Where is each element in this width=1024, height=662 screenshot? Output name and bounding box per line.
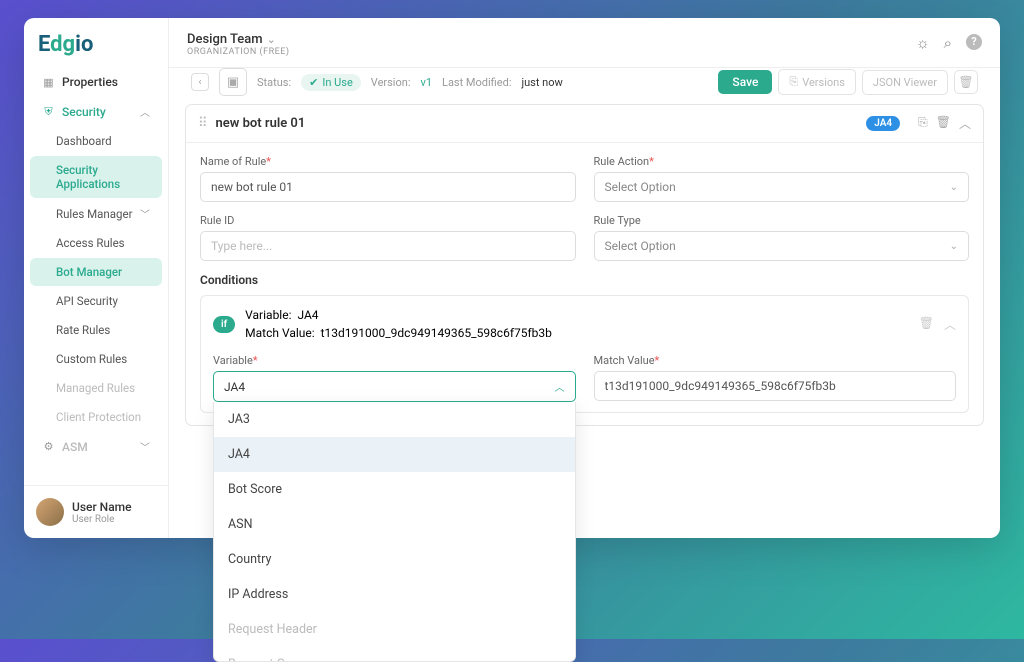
- topbar: Design Team ⌄ ORGANIZATION (FREE) ☼ ⌕ ?: [169, 18, 1000, 68]
- variable-select[interactable]: JA4︿: [213, 371, 576, 402]
- trash-icon[interactable]: 🗑: [919, 316, 934, 333]
- avatar: [36, 498, 64, 526]
- sidebar-item-access-rules[interactable]: Access Rules: [30, 229, 162, 257]
- dropdown-option-ja3[interactable]: JA3: [214, 402, 575, 437]
- chevron-up-icon[interactable]: ︿: [959, 115, 971, 132]
- id-label: Rule ID: [200, 214, 576, 227]
- sidebar-item-rules-manager[interactable]: Rules Manager﹀: [30, 199, 162, 228]
- user-role: User Role: [72, 514, 132, 525]
- user-name: User Name: [72, 500, 132, 514]
- action-label: Rule Action*: [594, 155, 970, 168]
- sidebar-item-security[interactable]: ⛨ Security ︿: [30, 97, 162, 126]
- label: Properties: [62, 75, 118, 89]
- variable-label: Variable*: [213, 354, 576, 367]
- grid-icon: ▦: [42, 76, 55, 89]
- sun-icon[interactable]: ☼: [916, 34, 930, 52]
- conditions-title: Conditions: [200, 273, 969, 287]
- chevron-down-icon: ﹀: [140, 439, 150, 454]
- chevron-down-icon: ﹀: [140, 206, 150, 221]
- gear-icon: ⚙: [42, 440, 55, 453]
- json-viewer-button[interactable]: JSON Viewer: [862, 70, 948, 95]
- panel-title: new bot rule 01: [216, 116, 306, 131]
- condition-box: if Variable: JA4 Match Value: t13d191000…: [200, 295, 969, 413]
- delete-icon[interactable]: 🗑: [954, 70, 978, 94]
- modified-label: Last Modified:: [442, 76, 511, 89]
- versions-button[interactable]: ⎘ Versions: [778, 69, 856, 95]
- back-button[interactable]: ‹: [191, 73, 209, 91]
- if-badge: if: [213, 316, 235, 333]
- match-value-label: Match Value*: [594, 354, 957, 367]
- version-value[interactable]: v1: [421, 76, 433, 89]
- save-button[interactable]: Save: [718, 70, 772, 94]
- chevron-up-icon[interactable]: ︿: [944, 316, 956, 333]
- help-icon[interactable]: ?: [966, 34, 982, 50]
- user-box[interactable]: User Name User Role: [24, 485, 168, 538]
- sidebar-item-dashboard[interactable]: Dashboard: [30, 127, 162, 155]
- sidebar-item-asm[interactable]: ⚙ ASM ﹀: [30, 432, 162, 461]
- label: ASM: [62, 440, 88, 454]
- copy-icon[interactable]: ⎘: [918, 115, 928, 132]
- trash-icon[interactable]: 🗑: [936, 115, 951, 132]
- shield-icon: ⛨: [42, 105, 55, 118]
- ja4-badge: JA4: [866, 116, 900, 131]
- status-badge: ✔ In Use: [301, 74, 361, 91]
- rule-panel: ⠿ new bot rule 01 JA4 ⎘ 🗑 ︿ Name of Rule…: [185, 104, 984, 426]
- type-label: Rule Type: [594, 214, 970, 227]
- logo: Edgio: [24, 18, 168, 67]
- version-label: Version:: [371, 76, 411, 89]
- dropdown-option-ja4[interactable]: JA4: [214, 437, 575, 472]
- match-value-input[interactable]: [594, 371, 957, 401]
- sidebar-item-api-security[interactable]: API Security: [30, 287, 162, 315]
- sidebar-item-rate-rules[interactable]: Rate Rules: [30, 316, 162, 344]
- dropdown-option-ip[interactable]: IP Address: [214, 577, 575, 612]
- status-label: Status:: [257, 76, 291, 89]
- search-icon[interactable]: ⌕: [944, 34, 952, 52]
- dropdown-option-request-header[interactable]: Request Header: [214, 612, 575, 647]
- team-org: ORGANIZATION (FREE): [187, 47, 290, 57]
- label: Security: [62, 105, 106, 119]
- sidebar-item-managed-rules[interactable]: Managed Rules: [30, 374, 162, 402]
- name-label: Name of Rule*: [200, 155, 576, 168]
- action-select[interactable]: Select Option⌄: [594, 172, 970, 202]
- chevron-up-icon: ︿: [140, 104, 150, 119]
- sidebar-item-custom-rules[interactable]: Custom Rules: [30, 345, 162, 373]
- dropdown-option-request-query[interactable]: Request Query: [214, 647, 575, 662]
- name-input[interactable]: [200, 172, 576, 202]
- sidebar-item-client-protection[interactable]: Client Protection: [30, 403, 162, 431]
- condition-summary: Variable: JA4 Match Value: t13d191000_9d…: [245, 306, 552, 342]
- id-input[interactable]: [200, 231, 576, 261]
- team-name[interactable]: Design Team: [187, 32, 263, 47]
- sidebar-item-bot-manager[interactable]: Bot Manager: [30, 258, 162, 286]
- sidebar: Edgio ▦ Properties ⛨ Security ︿ Dashboar…: [24, 18, 169, 538]
- type-select[interactable]: Select Option⌄: [594, 231, 970, 261]
- dropdown-option-country[interactable]: Country: [214, 542, 575, 577]
- variable-dropdown: JA3 JA4 Bot Score ASN Country IP Address…: [213, 402, 576, 662]
- sidebar-item-properties[interactable]: ▦ Properties: [30, 68, 162, 96]
- rule-icon: ▣: [219, 68, 247, 96]
- sidebar-item-security-apps[interactable]: Security Applications: [30, 156, 162, 198]
- drag-handle-icon[interactable]: ⠿: [198, 116, 206, 131]
- dropdown-option-asn[interactable]: ASN: [214, 507, 575, 542]
- modified-value: just now: [521, 76, 562, 89]
- dropdown-option-bot-score[interactable]: Bot Score: [214, 472, 575, 507]
